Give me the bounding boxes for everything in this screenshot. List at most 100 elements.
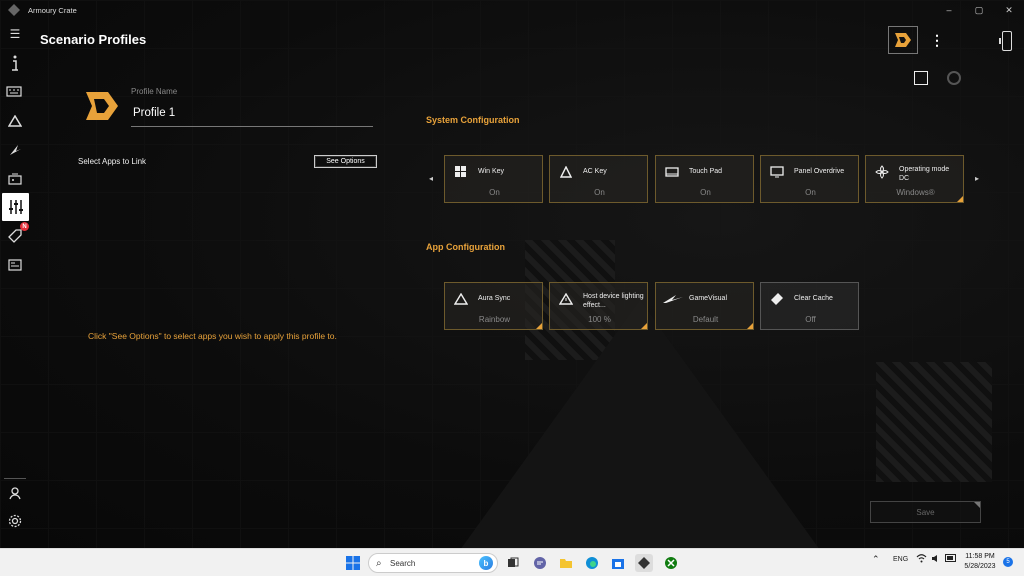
clear-cache-card[interactable]: Clear Cache Off [760,282,859,330]
card-value: On [489,188,500,197]
edge-browser-icon[interactable] [583,554,601,572]
news-icon[interactable] [3,253,27,277]
search-placeholder: Search [390,559,416,568]
profile-logo-icon [84,88,120,124]
bing-icon[interactable]: b [479,556,493,570]
card-value: On [700,188,711,197]
new-badge: N [20,222,29,231]
sidebar-divider [4,478,26,479]
page-title: Scenario Profiles [40,32,147,47]
background-stripe [876,362,992,482]
title-bar: Armoury Crate – ▢ ✕ [0,0,1024,20]
edit-icon[interactable] [914,71,928,85]
aura-sync-icon[interactable] [3,109,27,133]
card-label: Panel Overdrive [794,168,845,175]
see-options-button[interactable]: See Options [314,155,377,168]
show-hidden-icons-icon[interactable]: ⌃ [872,554,880,565]
battery-icon[interactable] [945,554,957,564]
save-button[interactable]: Save [870,501,981,523]
profile-name-label: Profile Name [131,87,178,96]
notification-count-badge[interactable]: 5 [1003,557,1013,567]
gamevisual-card[interactable]: GameVisual Default [655,282,754,330]
teams-chat-icon[interactable] [531,554,549,572]
rog-icon[interactable] [3,138,27,162]
clock-time: 11:58 PM [965,553,995,560]
scroll-right-icon[interactable]: ▸ [975,174,979,183]
microsoft-store-icon[interactable] [609,554,627,572]
game-library-icon[interactable] [3,167,27,191]
gamevisual-icon [662,292,684,306]
card-value: Off [805,315,816,324]
card-value: 100 % [588,315,611,324]
ac-key-card[interactable]: AC Key On [549,155,648,203]
task-view-icon[interactable] [504,554,522,572]
panel-overdrive-card[interactable]: Panel Overdrive On [760,155,859,203]
select-apps-label: Select Apps to Link [78,157,147,166]
aura-sync-icon [454,292,468,306]
more-options-icon[interactable]: ⋮ [930,32,944,49]
card-corner-marker [536,323,542,329]
volume-icon[interactable] [931,554,941,565]
card-label: Clear Cache [794,295,833,302]
refresh-icon[interactable] [947,71,961,85]
game-mode-logo-icon[interactable] [888,26,918,54]
operating-mode-card[interactable]: Operating mode DC Windows® [865,155,964,203]
taskbar-search[interactable]: ⌕ Search b [368,553,498,573]
search-icon: ⌕ [376,558,382,569]
app-logo-icon [8,4,20,16]
sidebar: ☰ N [0,20,30,548]
system-clock[interactable]: 11:58 PM 5/28/2023 [960,552,1000,572]
profile-name-input[interactable]: Profile 1 [131,99,373,127]
close-button[interactable]: ✕ [994,0,1024,20]
deals-tag-icon[interactable]: N [3,222,29,248]
win-key-card[interactable]: Win Key On [444,155,543,203]
windows-icon [454,165,468,179]
card-label: Win Key [478,168,505,175]
clock-date: 5/28/2023 [964,563,996,570]
device-battery-icon[interactable] [999,31,1012,51]
settings-gear-icon[interactable] [3,509,27,533]
scroll-left-icon[interactable]: ◂ [429,174,433,183]
host-device-lighting-card[interactable]: Host device lighting effect... 100 % [549,282,648,330]
app-configuration-title: App Configuration [426,242,505,252]
start-windows-icon[interactable] [344,554,362,572]
card-value: Rainbow [478,315,511,324]
language-indicator[interactable]: ENG [893,556,908,563]
card-label: AC Key [583,168,607,175]
menu-icon[interactable]: ☰ [3,22,27,46]
minimize-button[interactable]: – [934,0,964,20]
file-explorer-icon[interactable] [557,554,575,572]
device-keyboard-icon[interactable] [3,80,27,104]
card-value: On [805,188,816,197]
aura-sync-card[interactable]: Aura Sync Rainbow [444,282,543,330]
card-label: Aura Sync [478,295,511,302]
card-corner-marker [641,323,647,329]
window-title: Armoury Crate [28,5,77,15]
card-corner-marker [747,323,753,329]
ac-key-icon [559,165,573,179]
armoury-crate-window: Armoury Crate – ▢ ✕ ☰ N Scenario Profile… [0,0,1024,548]
clear-cache-icon [770,292,784,306]
panel-overdrive-icon [770,165,784,179]
armoury-crate-taskbar-icon[interactable] [635,554,653,572]
touchpad-icon [665,165,679,179]
card-value: On [594,188,605,197]
wifi-icon[interactable] [916,554,927,565]
card-label: GameVisual [689,295,728,302]
fan-icon [875,165,889,179]
hint-text: Click "See Options" to select apps you w… [88,331,337,341]
touch-pad-card[interactable]: Touch Pad On [655,155,754,203]
card-label: Touch Pad [689,168,723,175]
user-icon[interactable] [3,481,27,505]
card-label: Operating mode DC [899,166,950,182]
card-label: Host device lighting effect... [583,293,644,309]
maximize-button[interactable]: ▢ [964,0,994,20]
windows-taskbar: ⌕ Search b ⌃ ENG 11:58 PM 5/28/2023 5 [0,548,1024,576]
card-value: Windows® [896,188,935,197]
background-shape [460,300,820,548]
system-configuration-title: System Configuration [426,115,520,125]
info-icon[interactable] [3,51,27,75]
card-corner-marker [957,196,963,202]
xbox-icon[interactable] [662,554,680,572]
scenario-profiles-icon[interactable] [2,193,29,221]
